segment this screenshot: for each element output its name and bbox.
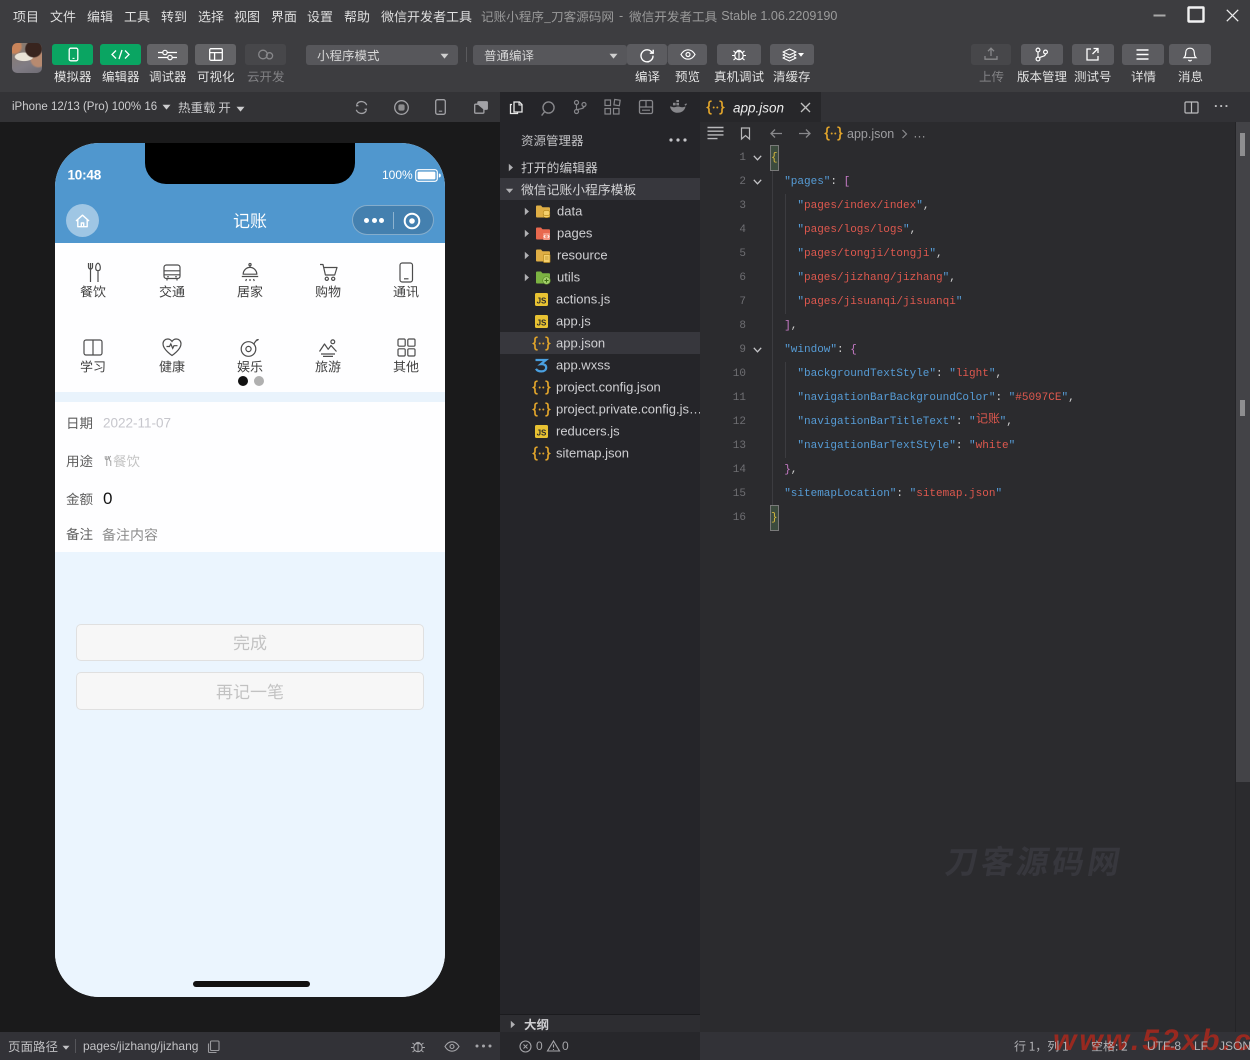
svg-text:JS: JS (537, 428, 547, 437)
svg-text:JS: JS (537, 296, 547, 305)
svg-text:JS: JS (537, 318, 547, 327)
